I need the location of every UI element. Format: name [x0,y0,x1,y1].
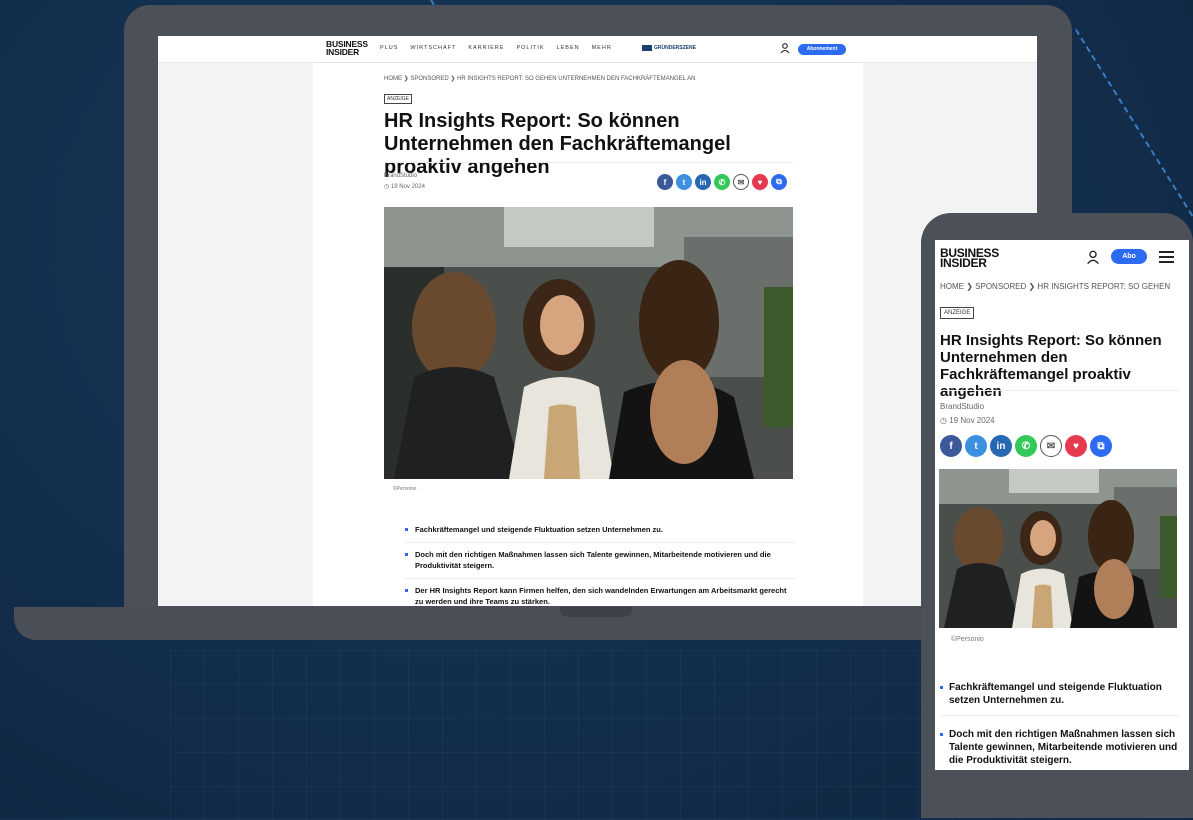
breadcrumb[interactable]: HOME ❯ SPONSORED ❯ HR INSIGHTS REPORT: S… [384,75,695,82]
summary-bullet: Doch mit den richtigen Maßnahmen lassen … [405,543,795,579]
clock-icon: ◷ [940,416,947,425]
divider [940,390,1180,391]
copy-link-icon[interactable]: ⧉ [1090,435,1112,457]
subscribe-button[interactable]: Abo [1111,249,1147,264]
main-menu: PLUS WIRTSCHAFT KARRIERE POLITIK LEBEN M… [380,45,612,51]
nav-item-karriere[interactable]: KARRIERE [468,45,504,51]
nav-item-plus[interactable]: PLUS [380,45,398,51]
publish-date: ◷ 19 Nov 2024 [940,416,995,425]
article-container: HOME ❯ SPONSORED ❯ HR INSIGHTS REPORT: S… [313,63,863,606]
twitter-icon[interactable]: t [965,435,987,457]
mobile-browser-view: BUSINESS INSIDER Abo HOME ❯ SPONSORED ❯ … [935,240,1189,770]
summary-bullet-list: Fachkräftemangel und steigende Fluktuati… [405,518,795,606]
linkedin-icon[interactable]: in [695,174,711,190]
top-navigation-bar: BUSINESS INSIDER PLUS WIRTSCHAFT KARRIER… [158,36,1037,63]
share-buttons: f t in ✆ ✉ ♥ ⧉ [940,435,1112,457]
article-title: HR Insights Report: So können Unternehme… [384,110,731,178]
twitter-icon[interactable]: t [676,174,692,190]
nav-item-wirtschaft[interactable]: WIRTSCHAFT [410,45,456,51]
photo-credit: ©Personio [393,486,417,492]
facebook-icon[interactable]: f [657,174,673,190]
share-buttons: f t in ✆ ✉ ♥ ⧉ [657,174,787,190]
summary-bullet: Fachkräftemangel und steigende Fluktuati… [940,677,1180,716]
nav-item-politik[interactable]: POLITIK [516,45,544,51]
breadcrumb[interactable]: HOME ❯ SPONSORED ❯ HR INSIGHTS REPORT: S… [940,282,1170,291]
author-name[interactable]: BrandStudio [384,173,417,179]
desktop-browser-view: BUSINESS INSIDER PLUS WIRTSCHAFT KARRIER… [158,36,1037,606]
sponsored-badge: ANZEIGE [384,94,412,104]
article-hero-photo [384,207,793,479]
user-account-icon[interactable] [779,42,791,54]
nav-item-leben[interactable]: LEBEN [557,45,580,51]
subscribe-button[interactable]: Abonnement [798,44,846,55]
business-insider-logo[interactable]: BUSINESS INSIDER [940,247,999,269]
gruenderszene-link[interactable]: GRÜNDERSZENE [642,45,696,51]
whatsapp-icon[interactable]: ✆ [714,174,730,190]
pocket-icon[interactable]: ♥ [1065,435,1087,457]
copy-link-icon[interactable]: ⧉ [771,174,787,190]
business-insider-logo[interactable]: BUSINESS INSIDER [326,40,368,57]
facebook-icon[interactable]: f [940,435,962,457]
author-name[interactable]: BrandStudio [940,402,984,411]
sponsored-badge: ANZEIGE [940,307,975,319]
whatsapp-icon[interactable]: ✆ [1015,435,1037,457]
gruenderszene-logo-icon [642,45,652,51]
publish-date: ◷ 19 Nov 2024 [384,184,425,190]
summary-bullet: Fachkräftemangel und steigende Fluktuati… [405,518,795,543]
laptop-notch [560,607,632,617]
pocket-icon[interactable]: ♥ [752,174,768,190]
summary-bullet: Der HR Insights Report kann Firmen helfe… [405,579,795,606]
email-icon[interactable]: ✉ [1040,435,1062,457]
background-dashed-line [1075,28,1193,226]
divider [384,162,794,163]
user-account-icon[interactable] [1085,249,1101,265]
email-icon[interactable]: ✉ [733,174,749,190]
summary-bullet: Doch mit den richtigen Maßnahmen lassen … [940,724,1180,770]
clock-icon: ◷ [384,184,390,190]
hamburger-menu-icon[interactable] [1159,251,1174,263]
article-hero-photo [939,469,1177,628]
linkedin-icon[interactable]: in [990,435,1012,457]
summary-bullet-list: Fachkräftemangel und steigende Fluktuati… [940,677,1180,770]
photo-credit: ©Personio [951,636,984,643]
nav-item-mehr[interactable]: MEHR [592,45,612,51]
